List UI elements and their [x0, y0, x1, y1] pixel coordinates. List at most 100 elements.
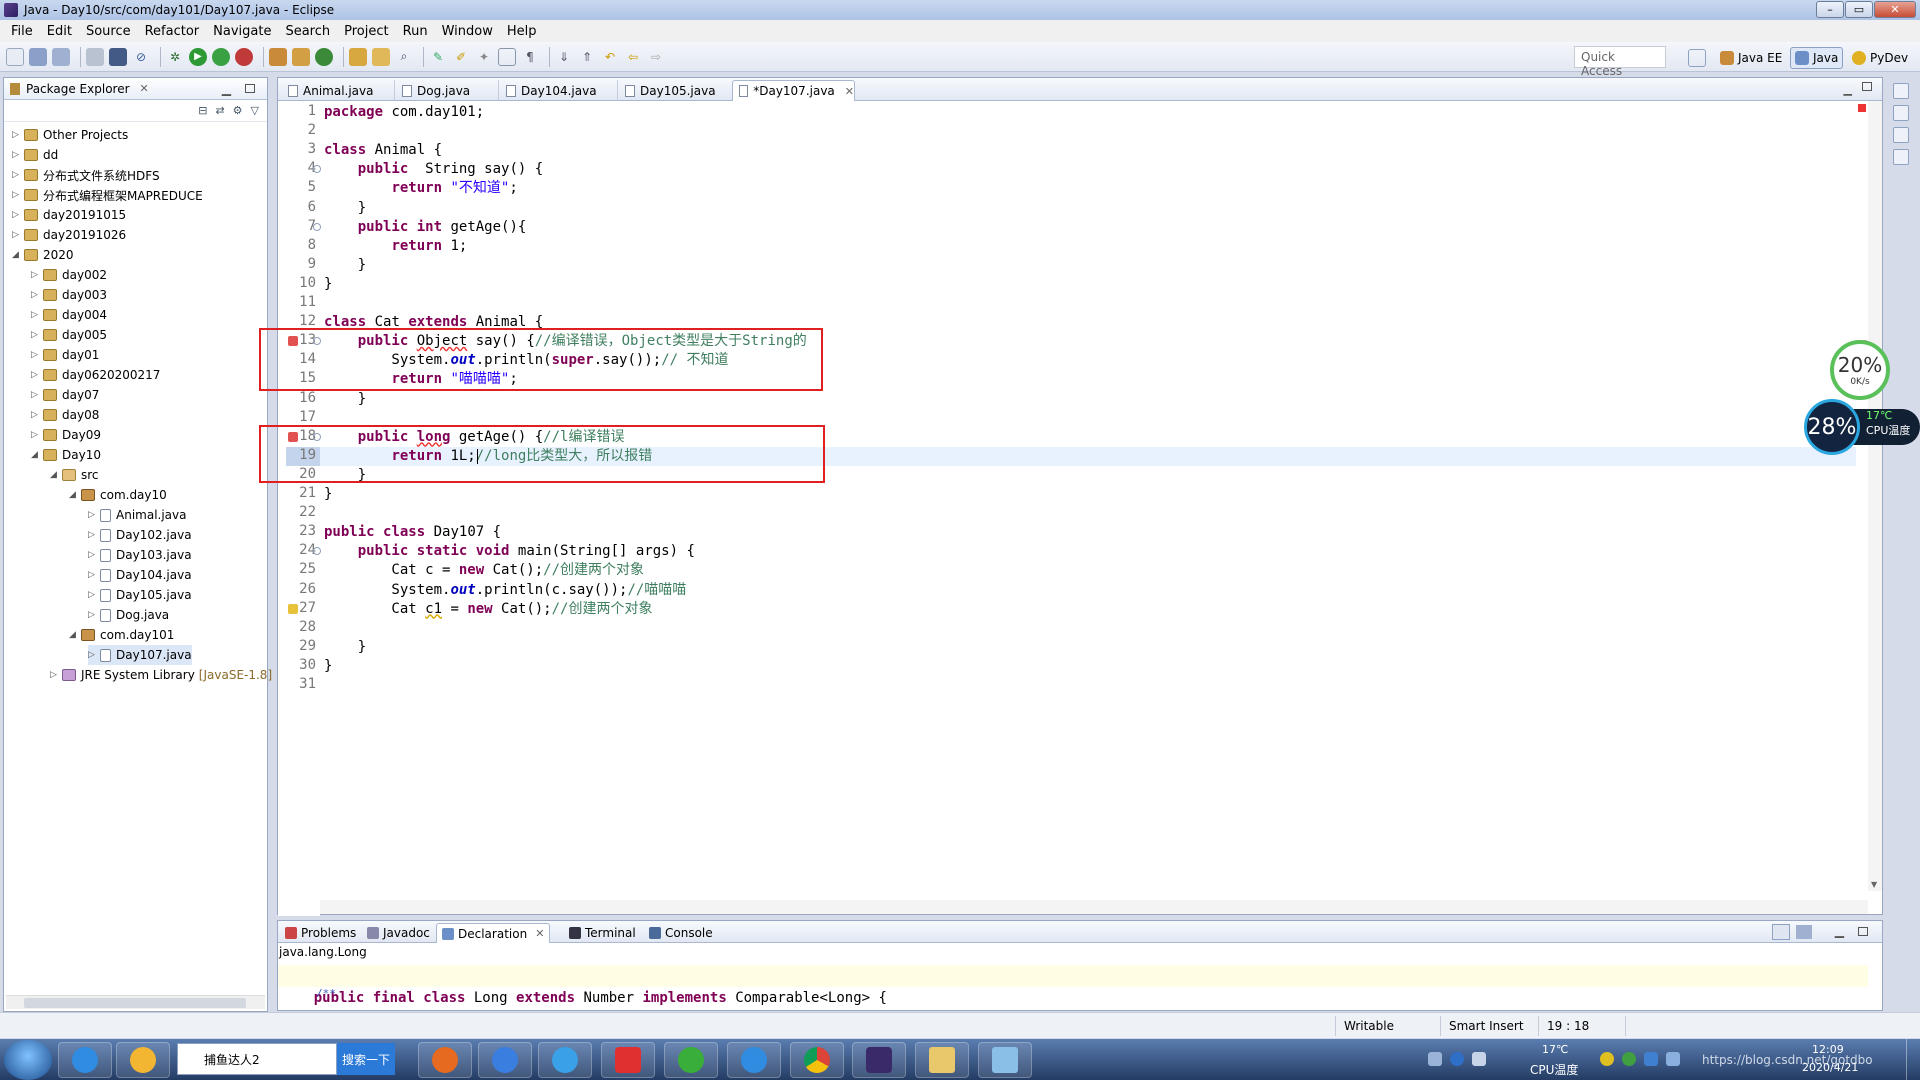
eclipse-taskbar-icon[interactable]: [852, 1042, 906, 1078]
chrome-taskbar-icon[interactable]: [790, 1042, 844, 1078]
menu-source[interactable]: Source: [79, 24, 138, 39]
collapsed-arrow-icon[interactable]: ▷: [12, 150, 22, 160]
expanded-arrow-icon[interactable]: ◢: [69, 630, 79, 640]
baidu-taskbar-icon[interactable]: [478, 1042, 532, 1078]
last-edit-icon[interactable]: ↶: [601, 48, 619, 66]
open-perspective-icon[interactable]: [1688, 49, 1706, 67]
expanded-arrow-icon[interactable]: ◢: [31, 450, 41, 460]
block-selection-icon[interactable]: [498, 47, 516, 66]
collapsed-arrow-icon[interactable]: ▷: [12, 230, 22, 240]
minimize-icon[interactable]: ▁: [1844, 83, 1852, 96]
coverage-icon[interactable]: [235, 47, 253, 66]
menu-refactor[interactable]: Refactor: [138, 24, 207, 39]
perspective-java[interactable]: Java: [1790, 47, 1844, 69]
collapsed-arrow-icon[interactable]: ▷: [88, 610, 98, 620]
collapsed-arrow-icon[interactable]: ▷: [12, 130, 22, 140]
tab-terminal[interactable]: Terminal: [564, 923, 641, 943]
explorer-taskbar-icon[interactable]: [915, 1042, 969, 1078]
collapsed-arrow-icon[interactable]: ▷: [88, 510, 98, 520]
tree-item[interactable]: ▷ Day09: [31, 425, 101, 445]
quick-access-field[interactable]: Quick Access: [1574, 46, 1666, 78]
code-line[interactable]: Cat c1 = new Cat();//创建两个对象: [320, 600, 1856, 619]
tree-item[interactable]: ▷ dd: [12, 145, 58, 165]
tree-item[interactable]: ▷ Animal.java: [88, 505, 186, 525]
run-external-icon[interactable]: [212, 47, 230, 66]
print-icon[interactable]: [86, 47, 104, 66]
open-type-icon[interactable]: [349, 47, 367, 66]
help-icon[interactable]: [1450, 1052, 1464, 1066]
new-icon[interactable]: [6, 47, 24, 66]
collapsed-arrow-icon[interactable]: ▷: [88, 570, 98, 580]
code-line[interactable]: package com.day101;: [320, 103, 1856, 122]
tree-item[interactable]: ▷ day01: [31, 345, 99, 365]
tree-item[interactable]: ▷ JRE System Library [JavaSE-1.8]: [50, 665, 272, 685]
run-icon[interactable]: ▶: [189, 47, 207, 66]
toggle-mark-icon[interactable]: ✎: [429, 48, 447, 66]
code-line[interactable]: }: [320, 275, 1856, 294]
collapsed-arrow-icon[interactable]: ▷: [12, 190, 22, 200]
notepad-taskbar-icon[interactable]: [978, 1042, 1032, 1078]
code-line[interactable]: }: [320, 390, 1856, 409]
view-menu-icon[interactable]: ⚙: [233, 104, 243, 117]
keyboard-icon[interactable]: [1428, 1052, 1442, 1066]
start-button[interactable]: [4, 1040, 52, 1080]
code-line[interactable]: [320, 122, 1856, 141]
tree-item[interactable]: ▷ day20191015: [12, 205, 126, 225]
chevron-down-icon[interactable]: ▽: [251, 104, 259, 117]
horizontal-scrollbar[interactable]: [320, 900, 1868, 914]
restore-icon[interactable]: [1893, 127, 1909, 143]
code-line[interactable]: [320, 294, 1856, 313]
next-annotation-icon[interactable]: ⇓: [555, 48, 573, 66]
show-whitespace-icon[interactable]: ¶: [521, 48, 539, 66]
horizontal-scrollbar[interactable]: [6, 995, 265, 1009]
code-line[interactable]: [320, 676, 1856, 695]
collapsed-arrow-icon[interactable]: ▷: [31, 430, 41, 440]
maximize-icon[interactable]: [245, 84, 255, 93]
tray-icon[interactable]: [1472, 1052, 1486, 1066]
collapsed-arrow-icon[interactable]: ▷: [31, 370, 41, 380]
new-java-project-icon[interactable]: [269, 47, 287, 66]
new-class-icon[interactable]: [315, 47, 333, 66]
maximize-icon[interactable]: [1862, 82, 1872, 91]
scroll-thumb[interactable]: [24, 998, 246, 1008]
open-folder-icon[interactable]: [372, 47, 390, 66]
network-icon[interactable]: [1666, 1052, 1680, 1066]
skip-breakpoints-icon[interactable]: ⊘: [132, 48, 150, 66]
code-line[interactable]: }: [320, 485, 1856, 504]
tree-item[interactable]: ▷ day004: [31, 305, 107, 325]
tab-javadoc[interactable]: Javadoc: [362, 923, 435, 943]
menu-help[interactable]: Help: [500, 24, 544, 39]
code-line[interactable]: public class Day107 {: [320, 523, 1856, 542]
maximize-icon[interactable]: [1858, 927, 1868, 936]
tab-day105-java[interactable]: Day105.java: [619, 80, 737, 101]
collapse-all-icon[interactable]: ⊟: [198, 104, 207, 117]
tree-item[interactable]: ▷ Day103.java: [88, 545, 192, 565]
tree-item[interactable]: ▷ Day107.java: [88, 645, 192, 665]
tree-item[interactable]: ▷ day002: [31, 265, 107, 285]
toggle-view-icon[interactable]: [1772, 924, 1790, 940]
close-icon[interactable]: ✕: [845, 85, 854, 98]
collapsed-arrow-icon[interactable]: ▷: [50, 670, 60, 680]
collapsed-arrow-icon[interactable]: ▷: [31, 310, 41, 320]
tree-item[interactable]: ▷ Day105.java: [88, 585, 192, 605]
code-area[interactable]: package com.day101; class Animal { public…: [320, 101, 1856, 891]
code-line[interactable]: [320, 504, 1856, 523]
firefox-taskbar-icon[interactable]: [418, 1042, 472, 1078]
back-icon[interactable]: ⇦: [624, 48, 642, 66]
tree-item[interactable]: ◢ src: [50, 465, 99, 485]
collapsed-arrow-icon[interactable]: ▷: [31, 350, 41, 360]
tray-icon[interactable]: [1622, 1052, 1636, 1066]
tree-item[interactable]: ▷ Day104.java: [88, 565, 192, 585]
tree-item[interactable]: ▷ day0620200217: [31, 365, 160, 385]
tray-icon[interactable]: [1600, 1052, 1614, 1066]
cloud-taskbar-icon[interactable]: [538, 1042, 592, 1078]
maximize-button[interactable]: ▭: [1845, 1, 1873, 18]
tray-icon[interactable]: [1644, 1052, 1658, 1066]
chevron-down-icon[interactable]: ▼: [1871, 880, 1877, 889]
show-desktop-button[interactable]: [1906, 1039, 1920, 1080]
tree-item[interactable]: ◢ Day10: [31, 445, 101, 465]
tab-problems[interactable]: Problems: [280, 923, 361, 943]
tree-item[interactable]: ▷ day003: [31, 285, 107, 305]
search-icon[interactable]: ⌕: [395, 48, 413, 66]
menu-window[interactable]: Window: [435, 24, 500, 39]
